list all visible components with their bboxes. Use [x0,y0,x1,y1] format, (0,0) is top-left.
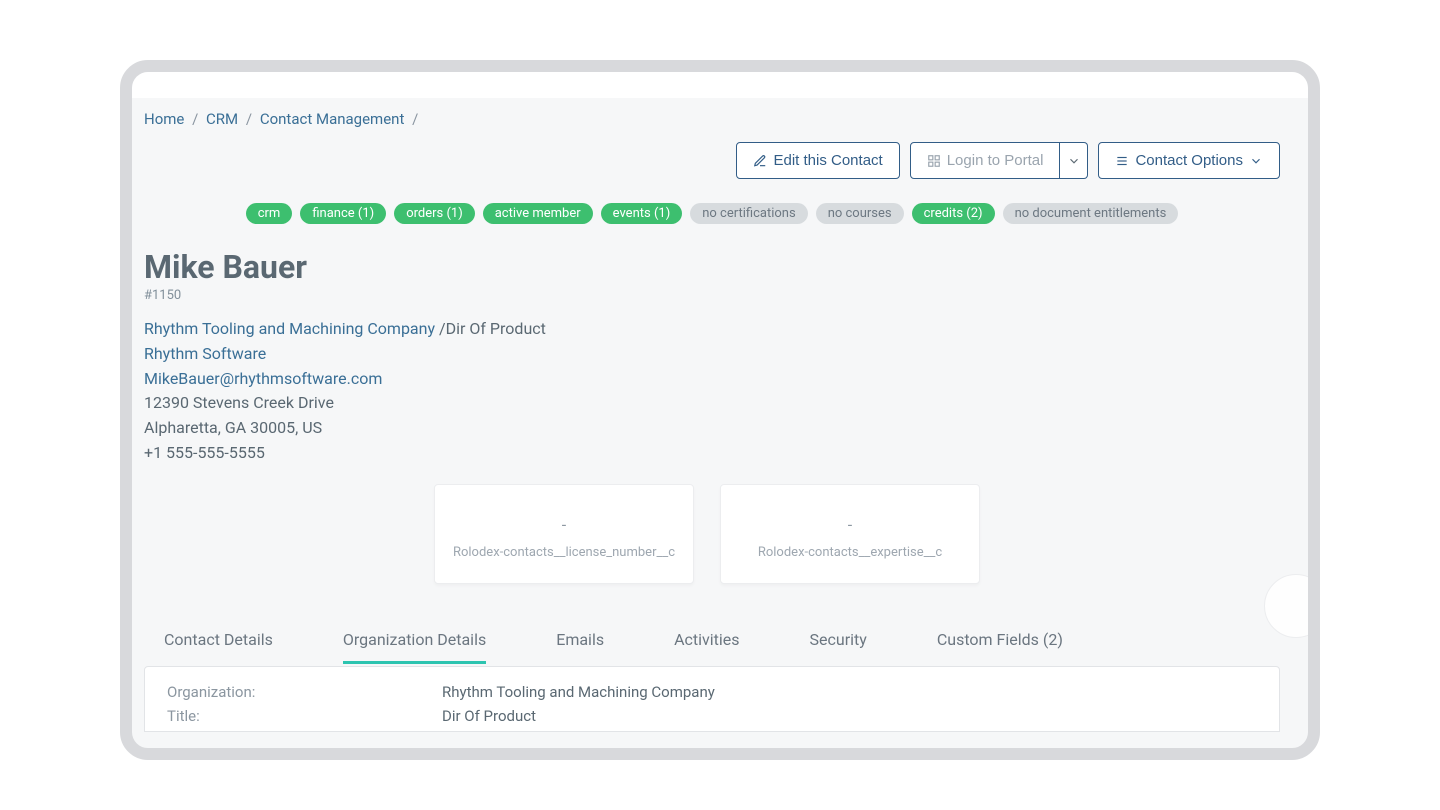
contact-id: #1150 [144,288,1280,303]
field-value-organization: Rhythm Tooling and Machining Company [442,683,715,701]
contact-name: Mike Bauer [144,248,1280,286]
field-label-title: Title: [167,707,442,725]
tab-contact-details[interactable]: Contact Details [164,624,273,664]
edit-contact-button[interactable]: Edit this Contact [736,142,899,179]
tab-security[interactable]: Security [810,624,867,664]
contact-email-link[interactable]: MikeBauer@rhythmsoftware.com [144,369,382,388]
breadcrumb: Home / CRM / Contact Management / [144,110,1280,128]
breadcrumb-home[interactable]: Home [144,110,184,128]
pill-active-member[interactable]: active member [483,203,593,224]
tab-organization-details[interactable]: Organization Details [343,624,486,664]
pill-finance[interactable]: finance (1) [300,203,386,224]
pill-no-certifications[interactable]: no certifications [690,203,807,224]
rolodex-license-number-value: - [451,515,677,534]
tab-activities[interactable]: Activities [674,624,739,664]
contact-phone: +1 555-555-5555 [144,441,1280,466]
rolodex-expertise-card: - Rolodex-contacts__expertise__c [720,484,980,585]
contact-role: Dir Of Product [446,319,546,338]
chevron-down-icon [1067,154,1081,168]
chevron-down-icon [1249,154,1263,168]
grid-icon [927,154,941,168]
contact-address-line2: Alpharetta, GA 30005, US [144,416,1280,441]
rolodex-expertise-label: Rolodex-contacts__expertise__c [737,544,963,562]
login-to-portal-caret[interactable] [1060,142,1088,179]
pill-no-document-entitlements[interactable]: no document entitlements [1003,203,1179,224]
organization-details-panel: Organization: Rhythm Tooling and Machini… [144,666,1280,732]
rolodex-expertise-value: - [737,515,963,534]
field-value-title: Dir Of Product [442,707,536,725]
floating-action-circle[interactable] [1264,574,1320,638]
list-icon [1115,154,1129,168]
contact-options-button[interactable]: Contact Options [1098,142,1280,179]
pill-orders[interactable]: orders (1) [394,203,475,224]
contact-company-link[interactable]: Rhythm Software [144,344,266,363]
login-to-portal-button[interactable]: Login to Portal [910,142,1061,179]
pill-credits[interactable]: credits (2) [912,203,995,224]
pill-crm[interactable]: crm [246,203,293,224]
tab-emails[interactable]: Emails [556,624,604,664]
field-label-organization: Organization: [167,683,442,701]
tab-custom-fields[interactable]: Custom Fields (2) [937,624,1063,664]
pill-events[interactable]: events (1) [601,203,683,224]
contact-organization-link[interactable]: Rhythm Tooling and Machining Company [144,319,435,338]
breadcrumb-crm[interactable]: CRM [206,110,238,128]
contact-address-line1: 12390 Stevens Creek Drive [144,391,1280,416]
rolodex-license-number-card: - Rolodex-contacts__license_number__c [434,484,694,585]
breadcrumb-contact-management[interactable]: Contact Management [260,110,405,128]
edit-icon [753,154,767,168]
pill-no-courses[interactable]: no courses [816,203,904,224]
rolodex-license-number-label: Rolodex-contacts__license_number__c [451,544,677,562]
